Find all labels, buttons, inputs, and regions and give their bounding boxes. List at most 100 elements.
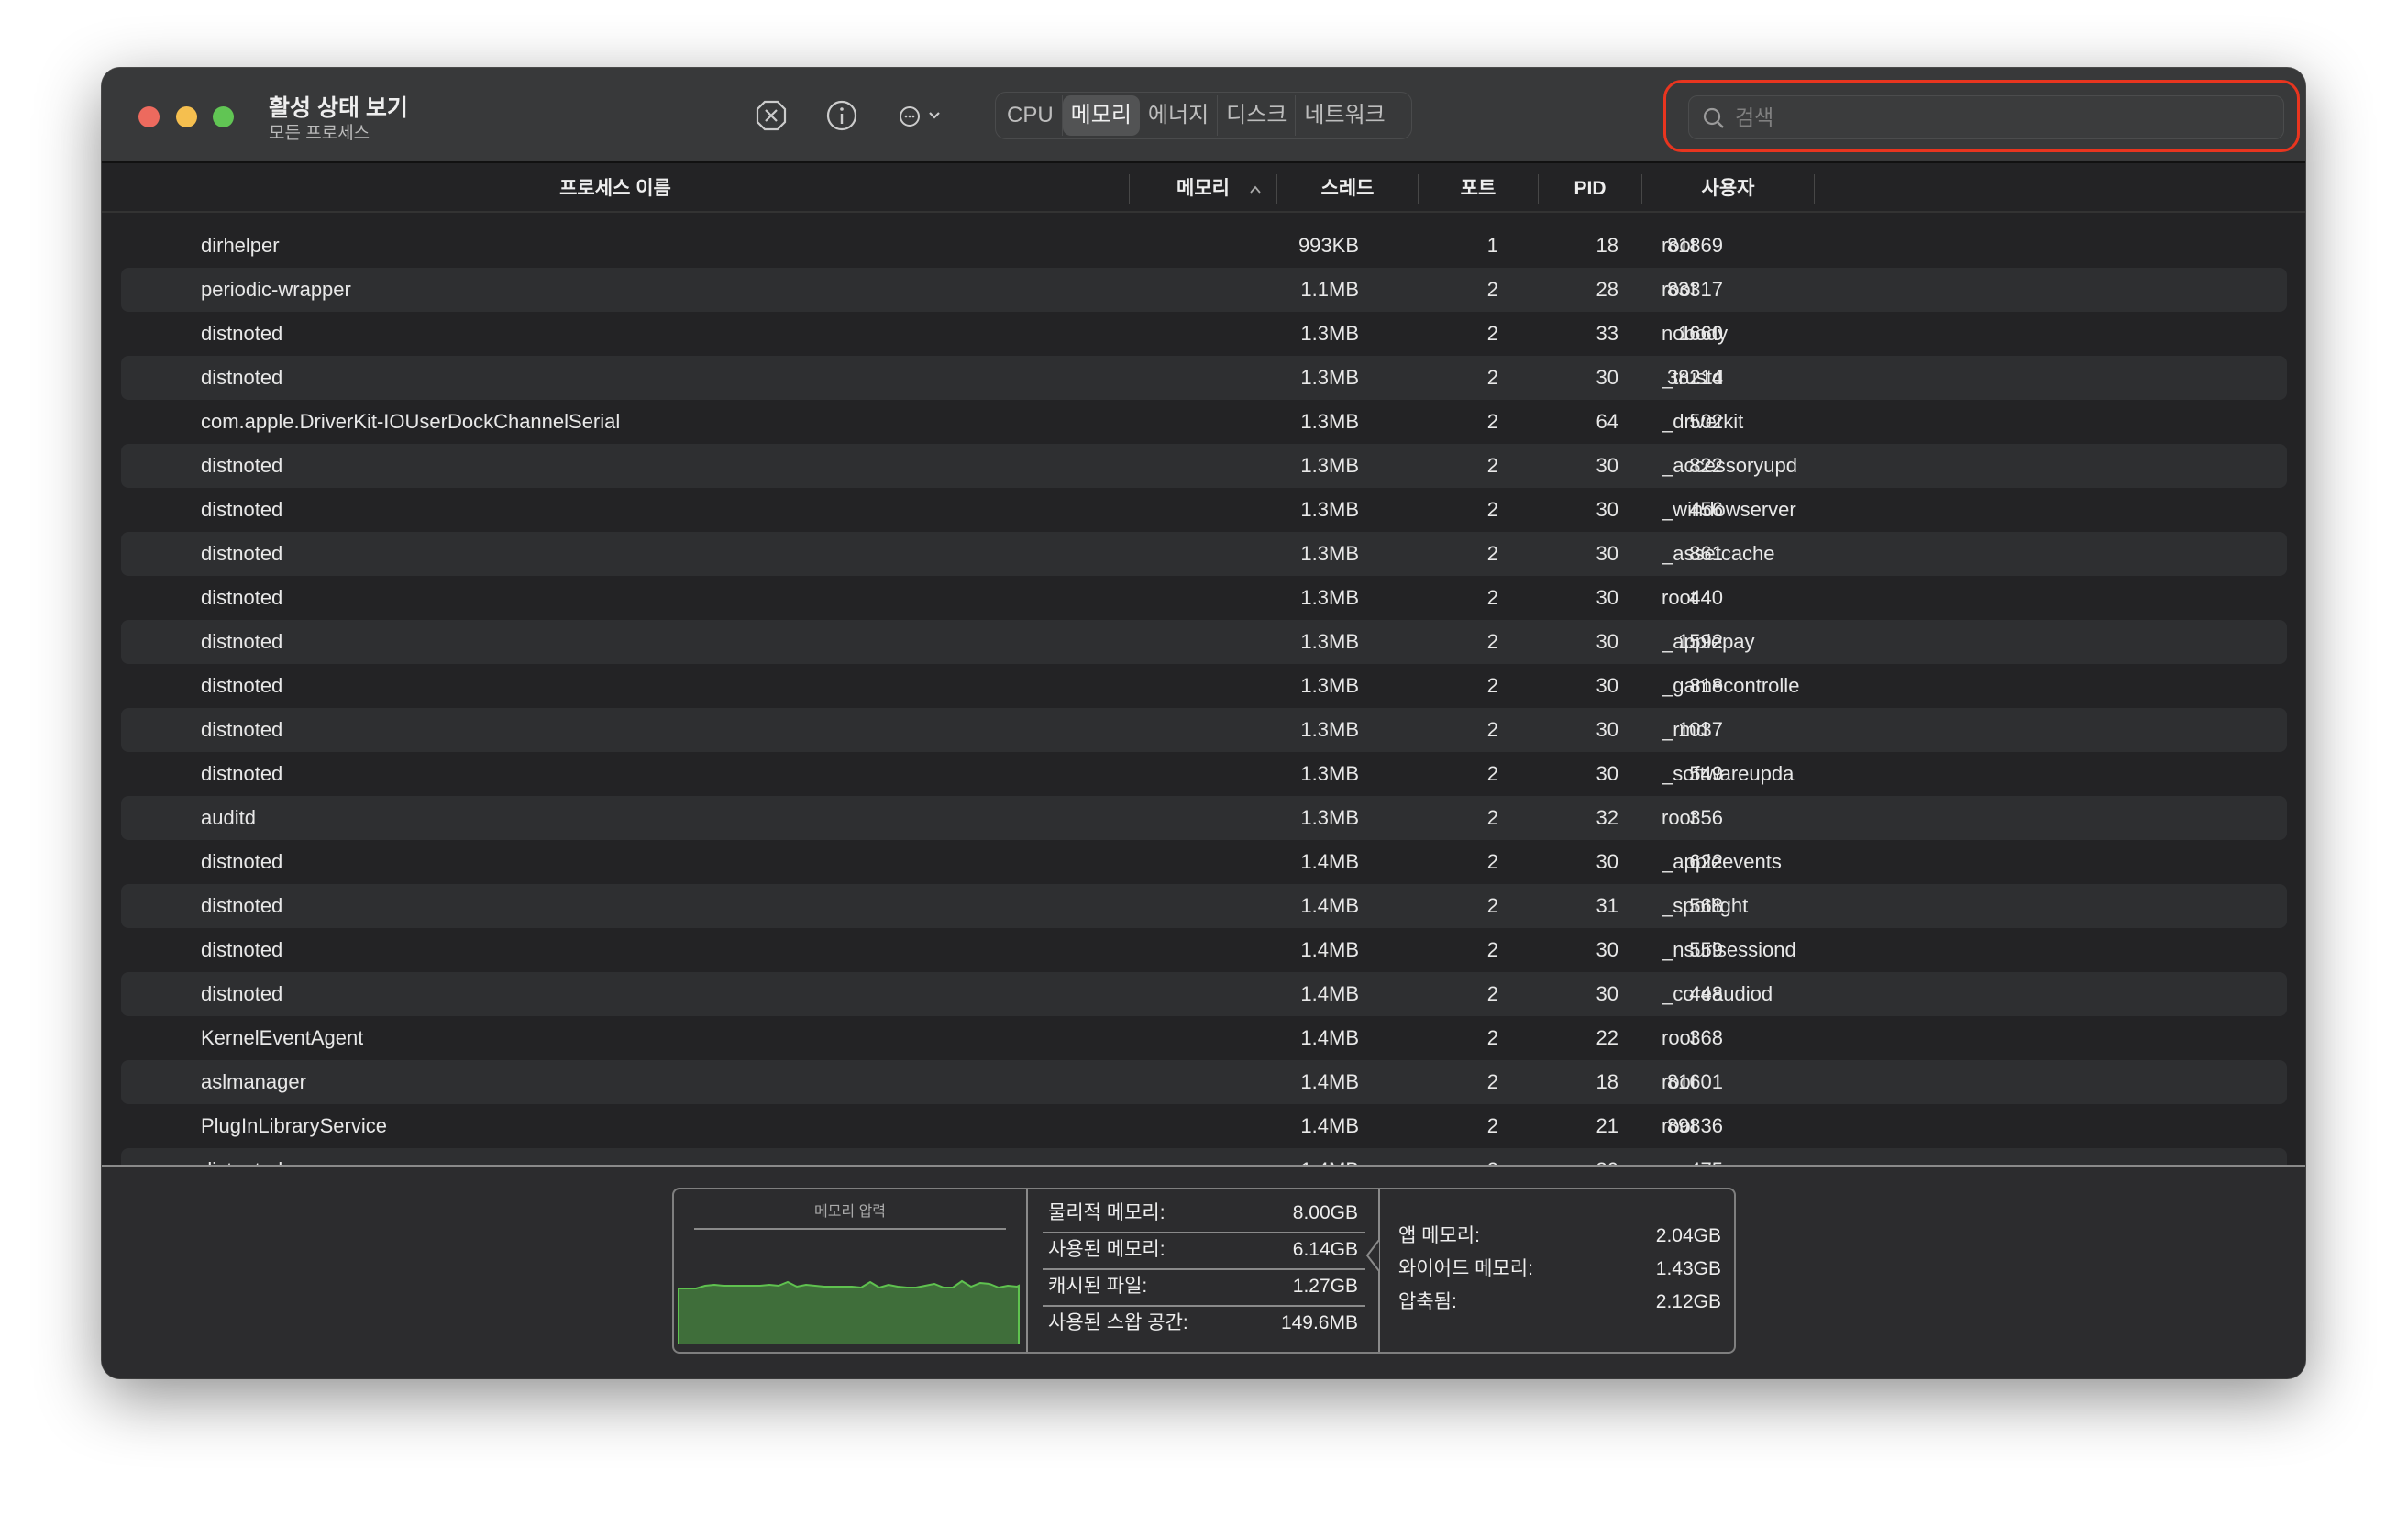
memory-stat: 와이어드 메모리: 1.43GB	[1398, 1252, 1721, 1287]
more-actions-icon[interactable]	[896, 99, 951, 132]
search-highlight	[1663, 80, 2300, 152]
stat-label: 캐시된 파일:	[1048, 1276, 1148, 1297]
cell-ports: 30	[1596, 982, 1618, 1005]
table-row[interactable]: distnoted 1.3MB 2 30 822 _accessoryupd	[121, 444, 2287, 488]
cell-ports: 30	[1596, 718, 1618, 741]
cell-user: _nsurlsessiond	[1662, 938, 1796, 961]
cell-process-name: PlugInLibraryService	[201, 1114, 387, 1137]
cell-user: _coreaudiod	[1662, 982, 1773, 1005]
cell-process-name: distnoted	[201, 586, 283, 609]
cell-memory: 1.4MB	[1300, 850, 1359, 873]
memory-stat: 사용된 메모리: 6.14GB	[1048, 1233, 1358, 1267]
tab-memory[interactable]: 메모리	[1062, 95, 1140, 136]
cell-memory: 1.3MB	[1300, 762, 1359, 785]
stat-label: 와이어드 메모리:	[1398, 1258, 1533, 1279]
chevron-down-icon	[929, 112, 940, 119]
cell-memory: 1.4MB	[1300, 938, 1359, 961]
column-header-user[interactable]: 사용자	[1642, 165, 1814, 213]
cell-threads: 2	[1486, 762, 1498, 785]
table-row[interactable]: aslmanager 1.4MB 2 18 81601 root	[121, 1060, 2287, 1104]
table-row[interactable]: distnoted 1.3MB 2 30 440 root	[121, 576, 2287, 620]
table-row[interactable]: periodic-wrapper 1.1MB 2 28 83317 root	[121, 268, 2287, 312]
table-row[interactable]: distnoted 1.4MB 2 30 475	[121, 1148, 2287, 1165]
stat-label: 물리적 메모리:	[1048, 1202, 1165, 1223]
cell-ports: 30	[1596, 542, 1618, 565]
view-tabs: CPU 메모리 에너지 디스크 네트워크	[995, 92, 1412, 139]
column-header-ports[interactable]: 포트	[1419, 165, 1538, 213]
table-row[interactable]: distnoted 1.3MB 2 30 549 _softwareupda	[121, 752, 2287, 796]
stat-value: 1.27GB	[1292, 1276, 1358, 1297]
cell-threads: 2	[1486, 982, 1498, 1005]
cell-ports: 30	[1596, 1148, 1618, 1165]
cell-ports: 30	[1596, 366, 1618, 389]
table-row[interactable]: distnoted 1.3MB 2 30 456 _windowserver	[121, 488, 2287, 532]
cell-user: root	[1662, 278, 1696, 301]
table-row[interactable]: distnoted 1.4MB 2 30 622 _appleevents	[121, 840, 2287, 884]
cell-user: _driverkit	[1662, 410, 1744, 433]
table-row[interactable]: auditd 1.3MB 2 32 356 root	[121, 796, 2287, 840]
info-icon[interactable]	[825, 99, 858, 132]
cell-user: _appleevents	[1662, 850, 1782, 873]
column-header-process-name[interactable]: 프로세스 이름	[102, 165, 1129, 213]
close-window-button[interactable]	[138, 106, 160, 127]
cell-ports: 30	[1596, 674, 1618, 697]
table-header: 프로세스 이름 메모리 스레드 포트 PID 사용자	[102, 165, 2305, 213]
cell-user: root	[1662, 234, 1696, 257]
cell-process-name: distnoted	[201, 674, 283, 697]
column-header-pid[interactable]: PID	[1539, 165, 1641, 213]
search-field[interactable]	[1688, 95, 2284, 139]
table-row[interactable]: dirhelper 993KB 1 18 81869 root	[121, 224, 2287, 268]
table-row[interactable]: distnoted 1.4MB 2 30 559 _nsurlsessiond	[121, 928, 2287, 972]
cell-process-name: distnoted	[201, 454, 283, 477]
stat-label: 압축됨:	[1398, 1291, 1457, 1312]
stat-value: 6.14GB	[1292, 1239, 1358, 1260]
cell-process-name: distnoted	[201, 542, 283, 565]
tab-cpu[interactable]: CPU	[999, 95, 1063, 136]
cell-memory: 1.4MB	[1300, 1114, 1359, 1137]
tab-disk[interactable]: 디스크	[1218, 95, 1297, 136]
cell-ports: 30	[1596, 938, 1618, 961]
cell-threads: 2	[1486, 366, 1498, 389]
table-row[interactable]: distnoted 1.3MB 2 30 861 _assetcache	[121, 532, 2287, 576]
cell-memory: 1.3MB	[1300, 718, 1359, 741]
cell-process-name: dirhelper	[201, 234, 280, 257]
cell-user: _trustd	[1662, 366, 1724, 389]
cell-threads: 2	[1486, 938, 1498, 961]
cell-ports: 32	[1596, 806, 1618, 829]
cell-threads: 2	[1486, 1114, 1498, 1137]
table-row[interactable]: KernelEventAgent 1.4MB 2 22 368 root	[121, 1016, 2287, 1060]
table-row[interactable]: distnoted 1.3MB 2 33 1660 nobody	[121, 312, 2287, 356]
cell-memory: 1.3MB	[1300, 322, 1359, 345]
cell-pid: 475	[1689, 1148, 1723, 1165]
tab-energy[interactable]: 에너지	[1140, 95, 1219, 136]
cell-memory: 1.3MB	[1300, 498, 1359, 521]
cell-threads: 2	[1487, 1148, 1498, 1165]
tab-network[interactable]: 네트워크	[1296, 95, 1393, 136]
table-row[interactable]: distnoted 1.3MB 2 30 38214 _trustd	[121, 356, 2287, 400]
table-row[interactable]: distnoted 1.4MB 2 30 448 _coreaudiod	[121, 972, 2287, 1016]
table-row[interactable]: distnoted 1.3MB 2 30 1592 _applepay	[121, 620, 2287, 664]
cell-ports: 30	[1596, 762, 1618, 785]
table-row[interactable]: distnoted 1.3MB 2 30 1037 _rmd	[121, 708, 2287, 752]
table-row[interactable]: distnoted 1.4MB 2 31 568 _spotlight	[121, 884, 2287, 928]
cell-process-name: KernelEventAgent	[201, 1026, 364, 1049]
table-row[interactable]: com.apple.DriverKit-IOUserDockChannelSer…	[121, 400, 2287, 444]
table-row[interactable]: PlugInLibraryService 1.4MB 2 21 89836 root	[121, 1104, 2287, 1148]
cell-threads: 2	[1486, 894, 1498, 917]
zoom-window-button[interactable]	[213, 106, 234, 127]
column-header-threads[interactable]: 스레드	[1277, 165, 1418, 213]
search-input[interactable]	[1735, 102, 2267, 133]
stat-label: 사용된 스왑 공간:	[1048, 1312, 1188, 1333]
stop-process-icon[interactable]	[755, 99, 788, 132]
cell-user: root	[1662, 1114, 1696, 1137]
cell-threads: 1	[1486, 234, 1498, 257]
minimize-window-button[interactable]	[176, 106, 197, 127]
table-row[interactable]: distnoted 1.3MB 2 30 818 _gamecontrolle	[121, 664, 2287, 708]
cell-ports: 18	[1596, 1070, 1618, 1093]
cell-process-name: distnoted	[201, 982, 283, 1005]
cell-memory: 1.3MB	[1300, 366, 1359, 389]
cell-user: _rmd	[1662, 718, 1708, 741]
cell-process-name: distnoted	[201, 366, 283, 389]
cell-process-name: distnoted	[201, 894, 283, 917]
cell-process-name: distnoted	[201, 850, 283, 873]
